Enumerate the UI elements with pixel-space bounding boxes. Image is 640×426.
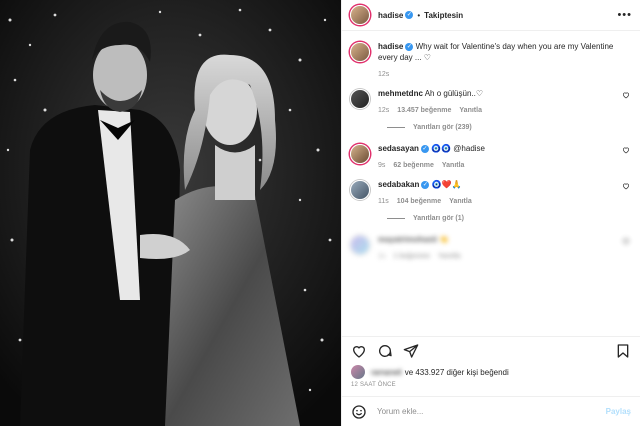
verified-icon: ✓ [405,11,414,19]
verified-icon: ✓ [405,42,414,51]
comment-likes[interactable]: 104 beğenme [397,198,441,205]
comment-avatar[interactable] [350,235,370,255]
comments-list[interactable]: hadise ✓ Why wait for Valentine's day whe… [342,31,640,336]
reply-button[interactable]: Yanıtla [449,198,472,205]
comment-username[interactable]: sedabakan [378,180,419,189]
comment-likes[interactable]: 13.457 beğenme [397,107,451,114]
comment-avatar[interactable] [350,144,370,164]
comment-avatar[interactable] [350,89,370,109]
following-status[interactable]: Takiptesin [424,11,463,20]
likes-count-text[interactable]: ve 433.927 diğer kişi beğendi [405,368,509,377]
comment-time[interactable]: 12s [378,107,389,114]
heart-icon[interactable] [351,343,367,359]
comment-username[interactable]: sedasayan [378,144,419,153]
comment-input[interactable] [377,407,606,416]
reply-button[interactable]: Yanıtla [459,107,482,114]
reply-button[interactable]: Yanıtla [442,162,465,169]
comment-username[interactable]: mayatrimohasti [378,235,437,244]
comment-text: 👏 [439,235,450,244]
post-timestamp[interactable]: 12 SAAT ÖNCE [342,380,640,396]
heart-icon[interactable] [622,146,630,154]
heart-icon[interactable] [622,237,630,245]
comment: sedabakan ✓ 🧿❤️🙏 11s 104 beğenme Yanıtla [350,179,632,205]
view-replies-button[interactable]: Yanıtları gör (1) [387,215,632,222]
emoji-icon[interactable] [351,404,367,420]
liker-avatar [351,365,365,379]
comment-username[interactable]: mehmetdnc [378,89,423,98]
comment-text: 🧿❤️🙏 [431,180,462,189]
likes-summary[interactable]: ramaneli ve 433.927 diğer kişi beğendi [342,364,640,380]
comment-avatar[interactable] [350,180,370,200]
comment-composer: Paylaş [342,396,640,426]
action-bar [342,336,640,364]
share-icon[interactable] [403,343,419,359]
heart-icon[interactable] [622,91,630,99]
comment-icon[interactable] [377,343,393,359]
caption-time[interactable]: 12s [378,71,389,78]
view-replies-button[interactable]: Yanıtları gör (239) [387,124,632,131]
comment-blurred: mayatrimohasti 👏 1s 1 beğenme Yanıtla [350,234,632,260]
more-icon[interactable]: ••• [617,9,632,21]
comment: mehmetdnc Ah o gülüşün..♡ 12s 13.457 beğ… [350,88,632,114]
couple-photo-image [0,0,341,426]
comment-time[interactable]: 11s [378,198,389,205]
comment-text: Ah o gülüşün..♡ [424,89,484,98]
caption: hadise ✓ Why wait for Valentine's day whe… [350,41,632,78]
liker-username[interactable]: ramaneli [371,368,402,377]
comment-time[interactable]: 1s [378,253,385,260]
post-photo[interactable] [0,0,341,426]
verified-icon: ✓ [421,180,430,189]
reply-button[interactable]: Yanıtla [438,253,461,260]
header-separator: • [417,10,421,20]
verified-icon: ✓ [420,144,429,153]
heart-icon[interactable] [622,182,630,190]
author-avatar[interactable] [350,5,370,25]
comment: sedasayan ✓ 🧿🧿 @hadise 9s 62 beğenme Yanı… [350,143,632,169]
comment-text: 🧿🧿 @hadise [431,144,485,153]
post-comment-button[interactable]: Paylaş [606,407,631,416]
bookmark-icon[interactable] [615,343,631,359]
post-header: hadise ✓ • Takiptesin ••• [342,0,640,31]
instagram-post: hadise ✓ • Takiptesin ••• hadise ✓ Why wa… [0,0,640,426]
caption-text: Why wait for Valentine's day when you ar… [378,42,614,62]
author-username[interactable]: hadise [378,11,403,20]
caption-username[interactable]: hadise [378,42,403,51]
comment-likes[interactable]: 1 beğenme [393,253,430,260]
comment-likes[interactable]: 62 beğenme [393,162,433,169]
caption-avatar[interactable] [350,42,370,62]
post-sidebar: hadise ✓ • Takiptesin ••• hadise ✓ Why wa… [341,0,640,426]
comment-time[interactable]: 9s [378,162,385,169]
